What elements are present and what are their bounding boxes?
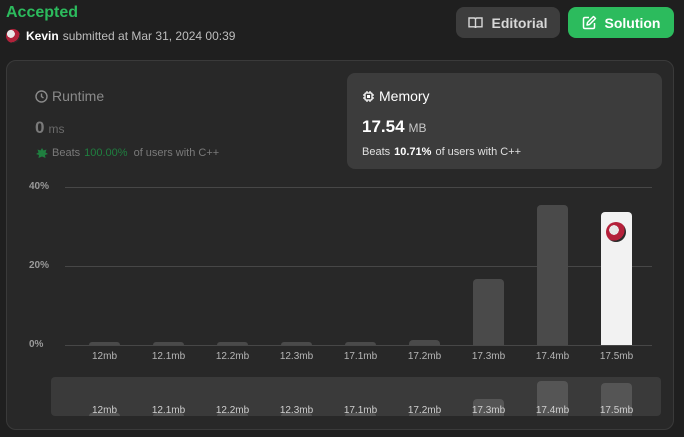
book-icon — [468, 17, 484, 29]
mini-tick-label: 17.5mb — [599, 405, 634, 416]
runtime-beats-suffix: of users with C++ — [133, 147, 220, 159]
memory-beats-label: Beats — [362, 146, 391, 158]
x-tick-label: 12.1mb — [151, 351, 186, 362]
x-tick-label: 12.2mb — [215, 351, 250, 362]
bar[interactable] — [217, 341, 248, 345]
user-avatar[interactable] — [6, 29, 20, 43]
username-link[interactable]: Kevin — [26, 29, 59, 43]
bar[interactable] — [473, 278, 504, 345]
memory-value: 17.54 — [362, 117, 405, 136]
runtime-beats-pct: 100.00% — [84, 147, 128, 159]
mini-tick-label: 17.2mb — [407, 405, 442, 416]
runtime-beats-label: Beats — [52, 147, 81, 159]
results-panel: Runtime 0 ms Beats 100.00% of users with … — [6, 60, 674, 430]
memory-beats-suffix: of users with C++ — [435, 146, 522, 158]
clock-icon — [35, 89, 48, 103]
editorial-label: Editorial — [491, 14, 548, 31]
memory-label: Memory — [379, 88, 430, 104]
y-tick-label: 20% — [29, 260, 50, 271]
gridline — [65, 187, 652, 188]
solution-button[interactable]: Solution — [568, 7, 674, 38]
x-tick-label: 17.4mb — [535, 351, 570, 362]
x-tick-label: 17.3mb — [471, 351, 506, 362]
chip-icon — [363, 90, 374, 102]
mini-tick-label: 12.2mb — [215, 405, 250, 416]
bar[interactable] — [537, 205, 568, 345]
bar-selected[interactable] — [601, 212, 632, 345]
submitted-at-text: submitted at Mar 31, 2024 00:39 — [62, 29, 236, 43]
editorial-button[interactable]: Editorial — [456, 7, 560, 38]
status-accepted: Accepted — [6, 4, 79, 21]
bar[interactable] — [409, 339, 440, 345]
runtime-stat[interactable]: Runtime 0 ms Beats 100.00% of users with … — [35, 88, 219, 159]
bar[interactable] — [345, 341, 376, 345]
x-tick-label: 17.5mb — [599, 351, 634, 362]
y-tick-label: 40% — [29, 181, 50, 192]
bar[interactable] — [89, 341, 120, 345]
chart-range-navigator[interactable]: 12mb 12.1mb 12.2mb 12.3mb 17.1mb 17.2mb 17.3mb… — [51, 377, 661, 416]
mini-tick-label: 17.1mb — [343, 405, 378, 416]
edit-icon — [582, 15, 596, 30]
runtime-unit: ms — [48, 122, 65, 136]
memory-beats-pct: 10.71% — [394, 146, 432, 158]
mini-tick-label: 12.1mb — [151, 405, 186, 416]
mini-tick-label: 17.3mb — [471, 405, 506, 416]
user-avatar-marker — [606, 222, 626, 243]
bar[interactable] — [153, 341, 184, 345]
solution-label: Solution — [604, 14, 661, 31]
x-tick-label: 12mb — [91, 351, 117, 362]
runtime-label: Runtime — [52, 88, 105, 104]
mini-tick-label: 17.4mb — [535, 405, 570, 416]
beats-badge-icon — [36, 148, 48, 158]
x-tick-label: 17.1mb — [343, 351, 378, 362]
memory-unit: MB — [408, 121, 427, 135]
y-tick-label: 0% — [29, 339, 44, 350]
x-tick-label: 17.2mb — [407, 351, 442, 362]
runtime-value: 0 — [35, 118, 45, 137]
gridline — [65, 345, 652, 346]
mini-tick-label: 12mb — [91, 405, 117, 416]
submission-info: Kevin submitted at Mar 31, 2024 00:39 — [6, 29, 235, 43]
bar[interactable] — [281, 341, 312, 345]
x-tick-label: 12.3mb — [279, 351, 314, 362]
memory-stat-card[interactable]: Memory 17.54 MB Beats 10.71% of users wit… — [347, 73, 662, 169]
mini-tick-label: 12.3mb — [279, 405, 314, 416]
